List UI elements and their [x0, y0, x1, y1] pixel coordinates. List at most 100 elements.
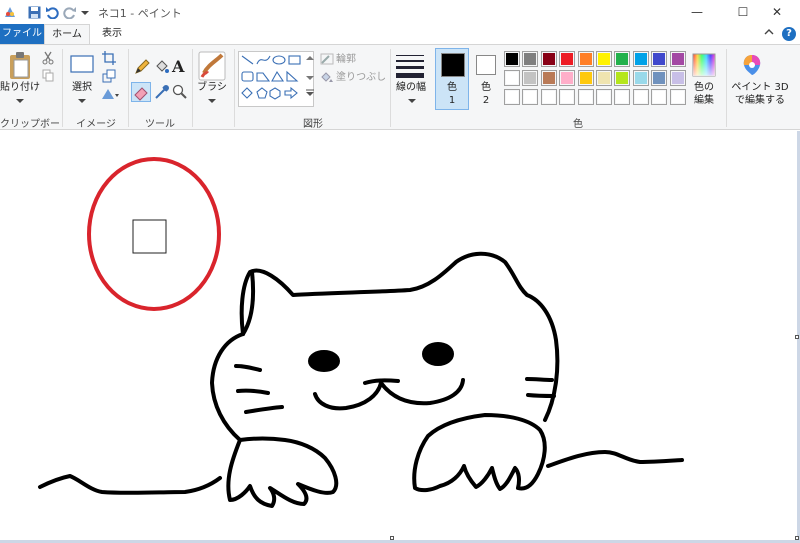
edit-colors-label: 色の 編集	[694, 82, 714, 106]
palette-custom-slot[interactable]	[540, 89, 557, 105]
cut-icon[interactable]	[42, 51, 54, 68]
palette-swatch[interactable]	[632, 70, 649, 86]
swatch-fill	[579, 53, 592, 65]
select-button[interactable]	[70, 55, 94, 76]
copy-icon[interactable]	[42, 69, 54, 85]
palette-custom-slot[interactable]	[596, 89, 612, 105]
undo-icon[interactable]	[44, 3, 60, 21]
paint3d-label[interactable]: ペイント 3D で編集する	[728, 81, 792, 107]
edit-colors-icon[interactable]	[692, 53, 716, 80]
color-picker-icon[interactable]	[154, 84, 170, 103]
tab-file[interactable]: ファイル	[0, 24, 44, 44]
group-divider	[726, 49, 727, 127]
outline-label[interactable]: 輪郭	[336, 53, 356, 66]
palette-swatch[interactable]	[540, 51, 557, 67]
palette-custom-slot[interactable]	[559, 89, 576, 105]
swatch-fill	[653, 72, 666, 84]
ribbon-tabs: ファイル ホーム 表示	[0, 24, 800, 45]
fill-icon[interactable]	[154, 59, 170, 78]
palette-swatch[interactable]	[504, 70, 520, 86]
tools-group-label: ツール	[145, 119, 175, 130]
palette-swatch[interactable]	[596, 70, 612, 86]
palette-swatch[interactable]	[632, 51, 649, 67]
paste-dropdown-icon[interactable]	[16, 96, 24, 107]
palette-swatch[interactable]	[504, 51, 520, 67]
palette-swatch[interactable]	[596, 51, 612, 67]
swatch-fill	[634, 53, 647, 65]
palette-swatch[interactable]	[559, 70, 576, 86]
magnifier-icon[interactable]	[172, 84, 188, 103]
minimize-button[interactable]: —	[674, 0, 720, 24]
paste-label: 貼り付け	[0, 82, 40, 93]
close-button[interactable]: ✕	[754, 0, 800, 24]
customize-quick-access-icon[interactable]	[80, 3, 90, 21]
palette-swatch[interactable]	[651, 51, 668, 67]
select-dropdown-icon[interactable]	[78, 96, 86, 107]
swatch-fill	[561, 91, 574, 103]
image-group-label: イメージ	[76, 119, 116, 130]
brushes-button[interactable]	[198, 51, 226, 84]
color1-swatch	[441, 53, 465, 77]
paste-button[interactable]	[8, 51, 34, 84]
tab-view[interactable]: 表示	[90, 24, 134, 44]
swatch-fill	[561, 72, 574, 84]
swatch-fill	[561, 53, 574, 65]
swatch-fill	[524, 91, 537, 103]
palette-swatch[interactable]	[559, 51, 576, 67]
fill-bucket-icon[interactable]	[320, 71, 334, 86]
color2-swatch[interactable]	[476, 55, 496, 75]
swatch-fill	[579, 91, 592, 103]
shapes-scroll-up-icon[interactable]	[306, 53, 314, 64]
palette-swatch[interactable]	[669, 51, 686, 67]
swatch-fill	[598, 91, 610, 103]
palette-swatch[interactable]	[651, 70, 668, 86]
palette-custom-slot[interactable]	[632, 89, 649, 105]
fill-label[interactable]: 塗りつぶし	[336, 71, 386, 84]
swatch-fill	[524, 72, 537, 84]
palette-swatch[interactable]	[577, 70, 594, 86]
crop-icon[interactable]	[102, 51, 116, 68]
help-icon[interactable]: ?	[782, 27, 796, 41]
select-label: 選択	[72, 82, 92, 93]
palette-custom-slot[interactable]	[577, 89, 594, 105]
resize-icon[interactable]	[102, 69, 116, 86]
swatch-fill	[506, 72, 518, 84]
resize-handle-corner[interactable]	[795, 536, 799, 540]
palette-swatch[interactable]	[669, 70, 686, 86]
shapes-expand-icon[interactable]	[306, 89, 314, 100]
tab-home[interactable]: ホーム	[44, 24, 90, 45]
palette-custom-slot[interactable]	[614, 89, 631, 105]
palette-swatch[interactable]	[540, 70, 557, 86]
text-icon[interactable]: A	[172, 57, 184, 76]
palette-custom-slot[interactable]	[651, 89, 668, 105]
palette-swatch[interactable]	[614, 70, 631, 86]
shapes-scroll-down-icon[interactable]	[306, 73, 314, 84]
color2-label: 色 2	[481, 82, 491, 106]
outline-icon[interactable]	[320, 53, 334, 68]
pencil-icon[interactable]	[134, 59, 150, 78]
line-width-dropdown-icon[interactable]	[408, 96, 416, 107]
paint3d-icon[interactable]	[740, 53, 764, 80]
paint-app-icon[interactable]	[2, 3, 18, 21]
line-width-icon[interactable]	[396, 53, 424, 82]
brushes-dropdown-icon[interactable]	[208, 96, 216, 107]
eraser-button[interactable]	[131, 82, 151, 102]
group-divider	[62, 49, 63, 127]
palette-swatch[interactable]	[522, 51, 539, 67]
save-icon[interactable]	[26, 3, 42, 21]
palette-swatch[interactable]	[577, 51, 594, 67]
rotate-icon[interactable]	[100, 87, 120, 104]
redo-icon[interactable]	[62, 3, 78, 21]
shapes-gallery[interactable]	[238, 51, 314, 107]
palette-swatch[interactable]	[614, 51, 631, 67]
palette-custom-slot[interactable]	[522, 89, 539, 105]
collapse-ribbon-icon[interactable]	[764, 28, 774, 39]
drawing-canvas[interactable]	[0, 131, 799, 540]
palette-custom-slot[interactable]	[504, 89, 520, 105]
palette-custom-slot[interactable]	[669, 89, 686, 105]
swatch-fill	[616, 53, 629, 65]
swatch-fill	[671, 91, 684, 103]
resize-handle-bottom[interactable]	[390, 536, 394, 540]
palette-swatch[interactable]	[522, 70, 539, 86]
resize-handle-right[interactable]	[795, 335, 799, 339]
